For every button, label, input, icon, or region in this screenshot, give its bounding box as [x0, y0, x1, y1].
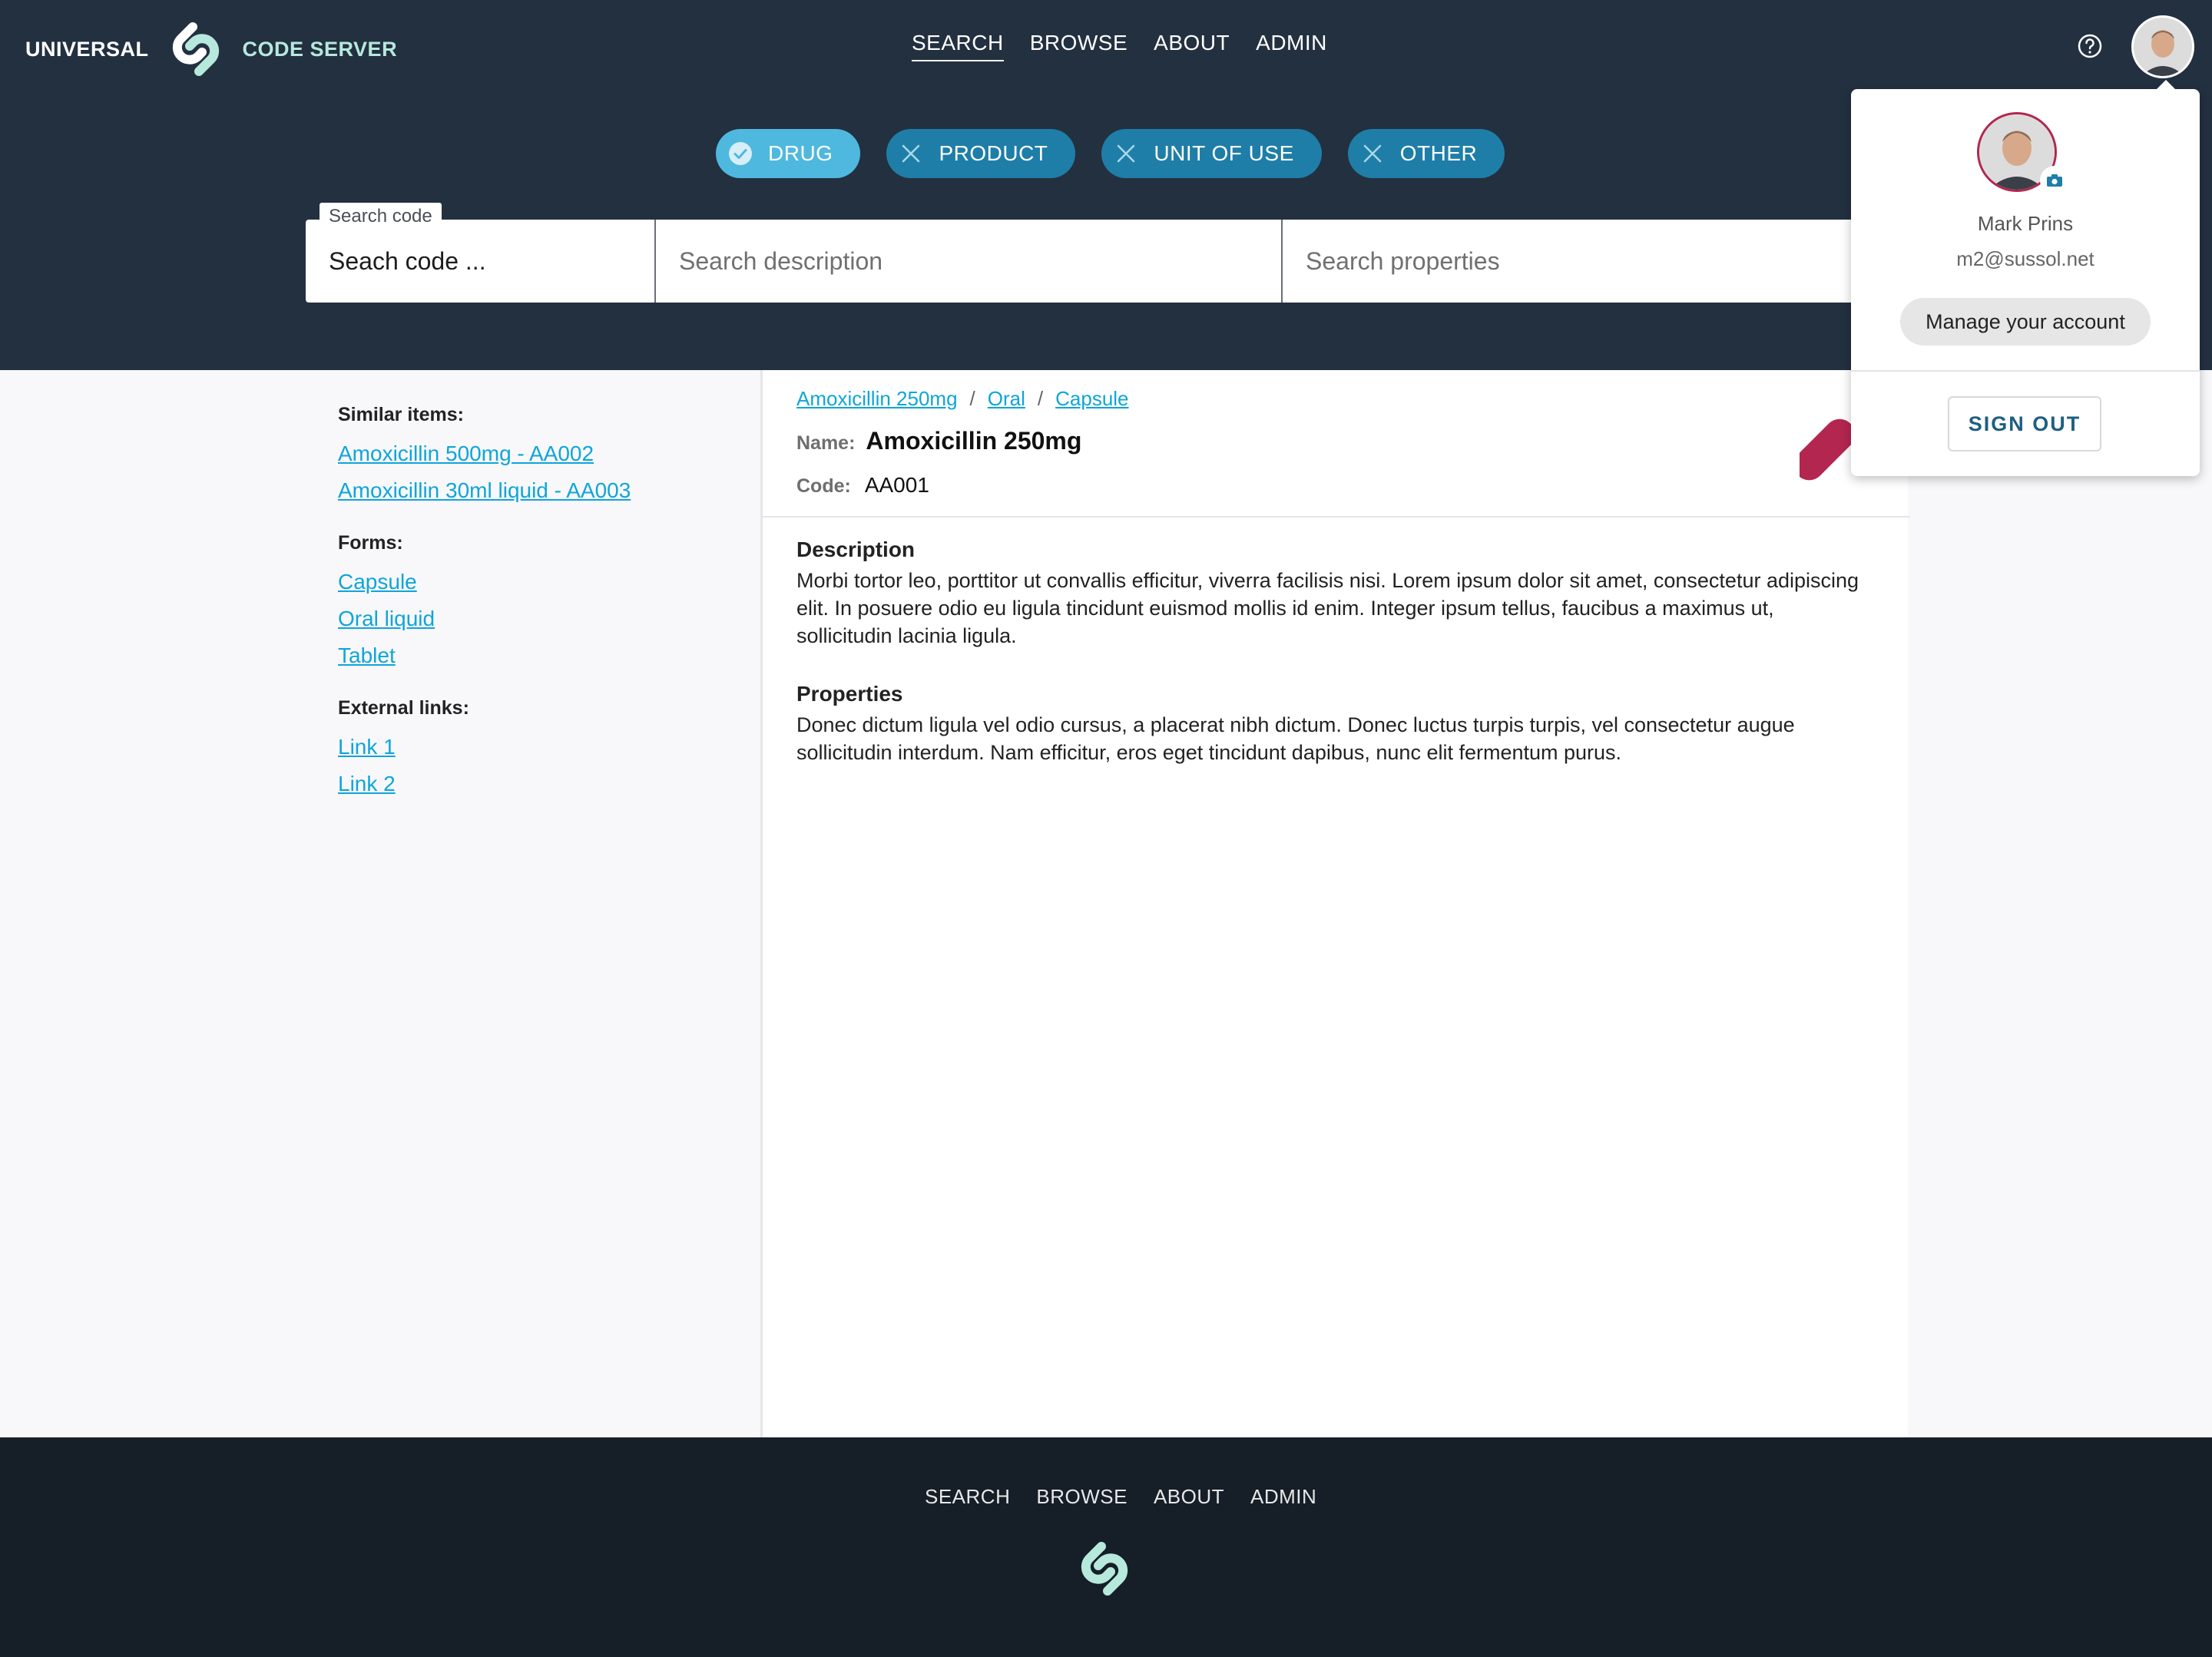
similar-items-title: Similar items:: [338, 404, 464, 425]
properties-text: Donec dictum ligula vel odio cursus, a p…: [796, 713, 1795, 764]
code-label: Code:: [796, 475, 851, 497]
related-sidebar: Similar items: Amoxicillin 500mg - AA002…: [338, 404, 737, 825]
chip-label: DRUG: [768, 141, 833, 165]
chip-unit-of-use[interactable]: UNIT OF USE: [1101, 129, 1322, 178]
footer-nav: SEARCH BROWSE ABOUT ADMIN: [925, 1485, 1316, 1513]
close-icon: [1114, 141, 1138, 166]
main-nav: SEARCH BROWSE ABOUT ADMIN: [912, 31, 1327, 61]
description-text: Morbi tortor leo, porttitor ut convallis…: [796, 569, 1859, 647]
footer-nav-about[interactable]: ABOUT: [1154, 1485, 1224, 1513]
link-logo-icon: [1081, 1542, 1128, 1596]
form-link[interactable]: Capsule: [338, 570, 417, 594]
nav-about[interactable]: ABOUT: [1154, 31, 1230, 61]
external-links-list: Link 1 Link 2: [338, 729, 737, 802]
breadcrumb-separator: /: [1037, 387, 1044, 410]
sign-out-button[interactable]: SIGN OUT: [1948, 396, 2101, 451]
nav-search[interactable]: SEARCH: [912, 31, 1004, 61]
search-code-field: Search code: [306, 203, 656, 303]
item-name: Amoxicillin 250mg: [866, 427, 1082, 455]
description-title: Description: [796, 537, 916, 561]
chip-label: UNIT OF USE: [1154, 141, 1294, 165]
chip-label: PRODUCT: [939, 141, 1048, 165]
search-properties-field: [1283, 220, 1906, 303]
external-link[interactable]: Link 1: [338, 735, 396, 759]
close-icon: [899, 141, 923, 166]
breadcrumb-item[interactable]: Amoxicillin 250mg: [796, 387, 958, 411]
account-popover: Mark Prins m2@sussol.net Manage your acc…: [1851, 80, 2200, 476]
description-section: Description Morbi tortor leo, porttitor …: [796, 537, 1872, 799]
similar-item-link[interactable]: Amoxicillin 30ml liquid - AA003: [338, 478, 631, 502]
search-properties-input[interactable]: [1306, 246, 1906, 276]
close-icon: [1360, 141, 1385, 166]
avatar-photo-icon: [2134, 18, 2192, 76]
external-link[interactable]: Link 2: [338, 772, 396, 795]
popover-divider: [1851, 370, 2200, 372]
chip-label: OTHER: [1399, 141, 1478, 165]
nav-browse[interactable]: BROWSE: [1030, 31, 1128, 61]
name-label: Name:: [796, 432, 856, 454]
manage-account-button[interactable]: Manage your account: [1900, 298, 2151, 346]
detail-divider: [763, 516, 1910, 518]
footer-nav-search[interactable]: SEARCH: [925, 1485, 1010, 1513]
nav-admin[interactable]: ADMIN: [1256, 31, 1327, 61]
search-code-label: Search code: [320, 203, 442, 227]
item-detail-panel: Amoxicillin 250mg / Oral / Capsule Name:…: [760, 370, 1910, 1437]
logo-text-code-server: CODE SERVER: [242, 37, 398, 61]
account-email: m2@sussol.net: [1956, 247, 2094, 270]
breadcrumb: Amoxicillin 250mg / Oral / Capsule: [796, 387, 1129, 411]
name-row: Name: Amoxicillin 250mg: [796, 427, 1081, 455]
external-links-title: External links:: [338, 697, 469, 719]
user-avatar[interactable]: [2131, 15, 2194, 78]
forms-list: Capsule Oral liquid Tablet: [338, 564, 737, 674]
chip-drug[interactable]: DRUG: [716, 129, 861, 178]
breadcrumb-item[interactable]: Capsule: [1055, 387, 1128, 411]
logo-text-universal: UNIVERSAL: [25, 37, 149, 61]
link-logo-icon: [172, 22, 219, 76]
search-description-field: [656, 220, 1283, 303]
properties-title: Properties: [796, 682, 903, 706]
form-link[interactable]: Oral liquid: [338, 607, 435, 630]
search-description-input[interactable]: [679, 246, 1281, 276]
similar-item-link[interactable]: Amoxicillin 500mg - AA002: [338, 442, 594, 465]
search-code-input[interactable]: [329, 246, 654, 276]
similar-items-list: Amoxicillin 500mg - AA002 Amoxicillin 30…: [338, 435, 737, 509]
account-name: Mark Prins: [1977, 212, 2074, 235]
forms-title: Forms:: [338, 532, 403, 554]
check-circle-icon: [728, 141, 753, 166]
chip-other[interactable]: OTHER: [1347, 129, 1505, 178]
breadcrumb-item[interactable]: Oral: [988, 387, 1025, 411]
type-filter-chips: DRUG PRODUCT UNIT OF USE OTHER: [716, 129, 1505, 178]
search-bar: Search code: [306, 203, 1906, 303]
footer-nav-browse[interactable]: BROWSE: [1036, 1485, 1128, 1513]
code-row: Code: AA001: [796, 473, 929, 498]
chip-product[interactable]: PRODUCT: [886, 129, 1076, 178]
form-link[interactable]: Tablet: [338, 643, 396, 667]
footer-nav-admin[interactable]: ADMIN: [1250, 1485, 1316, 1513]
camera-icon[interactable]: [2040, 166, 2069, 195]
help-circle-icon[interactable]: [2077, 33, 2103, 59]
app-footer: SEARCH BROWSE ABOUT ADMIN: [0, 1437, 2212, 1657]
app-logo[interactable]: UNIVERSAL CODE SERVER: [25, 12, 397, 86]
item-code: AA001: [864, 473, 929, 497]
breadcrumb-separator: /: [969, 387, 975, 410]
